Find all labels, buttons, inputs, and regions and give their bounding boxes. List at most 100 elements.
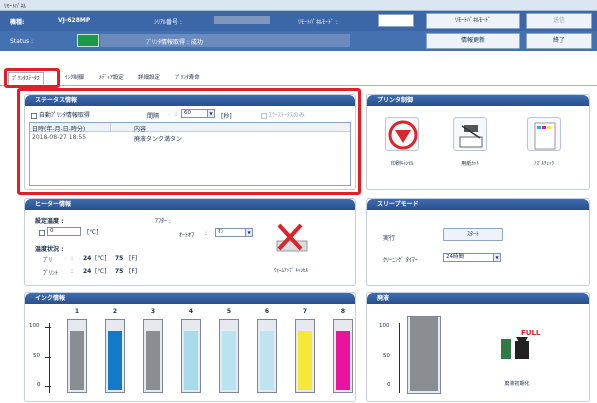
- ink-slot-number: 3: [150, 308, 156, 315]
- pre-temp-f: 75: [115, 255, 124, 262]
- status-panel-highlight: [17, 88, 361, 195]
- sleep-mode-title: スリープモード: [367, 199, 589, 210]
- header-row-2: Status : ﾌﾟﾘﾝﾀ情報取得 : 成功 情報更新 終了: [0, 31, 597, 51]
- remote-mode-label: ﾘﾓｰﾄﾊﾟﾈﾙﾓｰﾄﾞ :: [298, 19, 338, 26]
- printer-control-panel: プリンタ制御 印刷ｷｬﾝｾﾙ 用紙ｶｯﾄ ﾉｽﾞﾙﾁｪｯｸ: [366, 94, 590, 190]
- waste-init-button[interactable]: FULL: [497, 327, 541, 367]
- ink-level-gauge: [143, 319, 163, 393]
- cancel-print-icon: [388, 120, 418, 150]
- tab-detail-settings[interactable]: 詳細設定: [135, 72, 163, 85]
- waste-y-tick: 50: [383, 353, 390, 359]
- nozzle-check-button[interactable]: [527, 117, 561, 151]
- ink-level-fill: [146, 330, 160, 390]
- status-label: Status :: [10, 38, 34, 45]
- remote-mode-button[interactable]: ﾘﾓｰﾄﾊﾟﾈﾙﾓｰﾄﾞ: [426, 13, 520, 29]
- chevron-down-icon: ▼: [245, 229, 252, 236]
- waste-level-fill: [410, 317, 438, 391]
- sleep-exec-label: 実行: [383, 235, 396, 242]
- ink-level-fill: [298, 330, 312, 390]
- ink-info-panel: インク情報 100 50 0 1 2 3 4 5 6 7 8: [24, 292, 356, 402]
- ink-level-fill: [222, 330, 236, 390]
- after-label: ｱﾌﾀｰ :: [155, 218, 171, 225]
- ink-y-tick: 50: [33, 353, 40, 359]
- ink-y-tick: 100: [29, 323, 40, 329]
- window-title-bar: ﾘﾓｰﾄﾊﾟﾈﾙ: [0, 0, 597, 11]
- tab-bar: ﾌﾟﾘﾝﾀｽﾃｰﾀｽ ｲﾝｸ制御 ﾒﾃﾞｨｱ設定 詳細設定 ﾌﾟﾘﾝﾀ寿命: [0, 70, 597, 86]
- serial-label: ｼﾘｱﾙ番号 :: [154, 19, 182, 26]
- tab-media-settings[interactable]: ﾒﾃﾞｨｱ設定: [96, 72, 127, 85]
- tab-highlight: [4, 68, 60, 88]
- ink-slot-number: 8: [340, 308, 346, 315]
- ink-slot-number: 7: [302, 308, 308, 315]
- remote-mode-value: [378, 14, 414, 27]
- set-temp-label: 設定温度 :: [35, 218, 64, 225]
- cleaning-timer-label: ｸﾘｰﾆﾝｸﾞ ﾀｲﾏｰ: [383, 257, 418, 264]
- status-text: ﾌﾟﾘﾝﾀ情報取得 : 成功: [146, 39, 203, 46]
- paper-cut-label: 用紙ｶｯﾄ: [461, 161, 479, 167]
- print-heater-label: ﾌﾟﾘﾝﾄ: [43, 270, 59, 277]
- ink-level-gauge: [105, 319, 125, 393]
- ink-level-gauge: [333, 319, 353, 393]
- warmup-cancel-icon: [276, 223, 308, 252]
- ink-slot-number: 5: [226, 308, 232, 315]
- ink-slot-number: 1: [74, 308, 80, 315]
- window-title: ﾘﾓｰﾄﾊﾟﾈﾙ: [4, 4, 27, 10]
- warmup-cancel-label: ｳｫｰﾑｱｯﾌﾟ ｷｬﾝｾﾙ: [273, 268, 309, 274]
- ink-level-fill: [260, 330, 274, 390]
- printer-control-title: プリンタ制御: [367, 95, 589, 106]
- send-button[interactable]: 送信: [526, 13, 592, 29]
- nozzle-check-icon: [534, 122, 556, 150]
- ink-level-fill: [108, 330, 122, 390]
- pre-temp-c: 24: [83, 255, 92, 262]
- set-temp-input[interactable]: 0: [47, 227, 81, 236]
- ink-y-tick: 0: [37, 382, 41, 388]
- model-label: 機種:: [10, 19, 25, 26]
- paper-cut-icon: [459, 125, 483, 148]
- ink-level-fill: [184, 330, 198, 390]
- pre-heater-label: ﾌﾟﾘ: [43, 257, 53, 264]
- ink-level-gauge: [219, 319, 239, 393]
- waste-y-tick: 100: [379, 323, 390, 329]
- waste-y-tick: 0: [387, 382, 391, 388]
- ink-level-gauge: [295, 319, 315, 393]
- auto-off-label: ｵｰﾄｵﾌ: [179, 232, 195, 239]
- auto-off-select[interactable]: ｵﾝ ▼: [215, 228, 253, 237]
- ink-level-gauge: [257, 319, 277, 393]
- tab-printer-life[interactable]: ﾌﾟﾘﾝﾀ寿命: [172, 72, 203, 85]
- waste-init-label: 廃液初期化: [504, 381, 530, 387]
- chevron-down-icon: ▼: [493, 254, 500, 261]
- header-row-1: 機種: VJ-628MP ｼﾘｱﾙ番号 : ﾘﾓｰﾄﾊﾟﾈﾙﾓｰﾄﾞ : ﾘﾓｰ…: [0, 11, 597, 31]
- temp-status-label: 温度状況 :: [35, 246, 64, 253]
- waste-ink-panel: 廃液 100 50 0 FULL 廃液初期化: [366, 292, 590, 402]
- exit-button[interactable]: 終了: [526, 33, 592, 49]
- model-value: VJ-628MP: [58, 17, 91, 24]
- update-info-button[interactable]: 情報更新: [426, 33, 520, 49]
- ink-level-gauge: [181, 319, 201, 393]
- ink-level-fill: [70, 330, 84, 390]
- ink-info-title: インク情報: [25, 293, 355, 304]
- sleep-start-button[interactable]: ｽﾀｰﾄ: [443, 228, 503, 241]
- ink-slot-number: 2: [112, 308, 118, 315]
- full-label: FULL: [521, 329, 541, 337]
- ink-level-gauge: [67, 319, 87, 393]
- set-temp-checkbox[interactable]: [39, 229, 45, 236]
- waste-ink-title: 廃液: [367, 293, 589, 304]
- cleaning-timer-select[interactable]: 24時間 ▼: [443, 253, 501, 262]
- print-temp-c: 24: [83, 268, 92, 275]
- waste-tank-gauge: [407, 316, 441, 394]
- print-cancel-button[interactable]: [385, 117, 419, 151]
- print-cancel-label: 印刷ｷｬﾝｾﾙ: [390, 161, 414, 167]
- serial-value-redacted: [214, 16, 270, 24]
- set-temp-unit: [℃]: [87, 229, 99, 236]
- warmup-cancel-button[interactable]: [271, 219, 311, 259]
- tab-ink-control[interactable]: ｲﾝｸ制御: [62, 72, 87, 85]
- print-temp-f: 75: [115, 268, 124, 275]
- heater-info-panel: ヒーター情報 設定温度 : 0 [℃] ｱﾌﾀｰ : ｵｰﾄｵﾌ : ｵﾝ ▼ 温…: [24, 198, 356, 286]
- sleep-mode-panel: スリープモード 実行 ｽﾀｰﾄ ｸﾘｰﾆﾝｸﾞ ﾀｲﾏｰ 24時間 ▼: [366, 198, 590, 286]
- paper-cut-button[interactable]: [453, 117, 487, 151]
- heater-info-title: ヒーター情報: [25, 199, 355, 210]
- status-indicator: [77, 34, 99, 47]
- ink-level-fill: [336, 330, 350, 390]
- ink-slot-number: 4: [188, 308, 194, 315]
- ink-slot-number: 6: [264, 308, 270, 315]
